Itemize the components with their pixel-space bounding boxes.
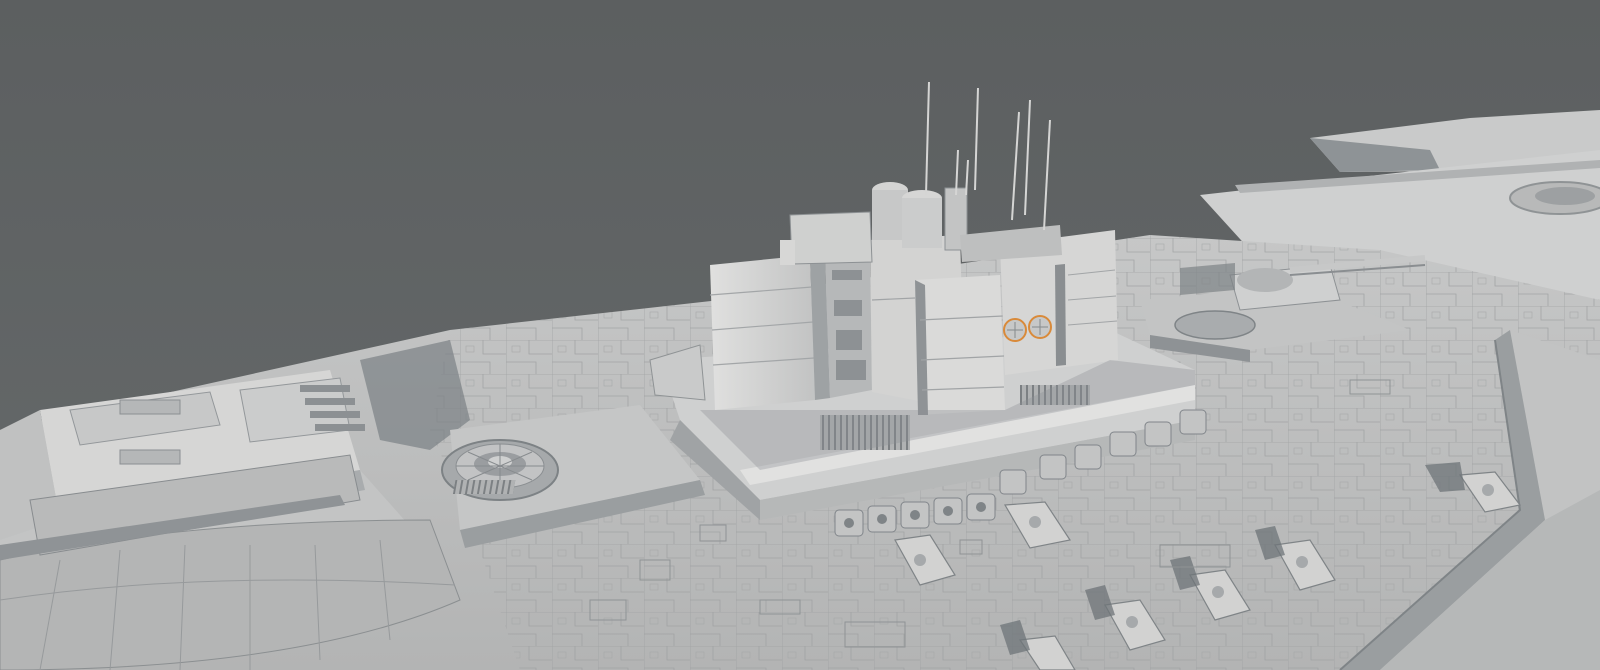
render-scene [0, 0, 1600, 670]
scene-svg [0, 0, 1600, 670]
